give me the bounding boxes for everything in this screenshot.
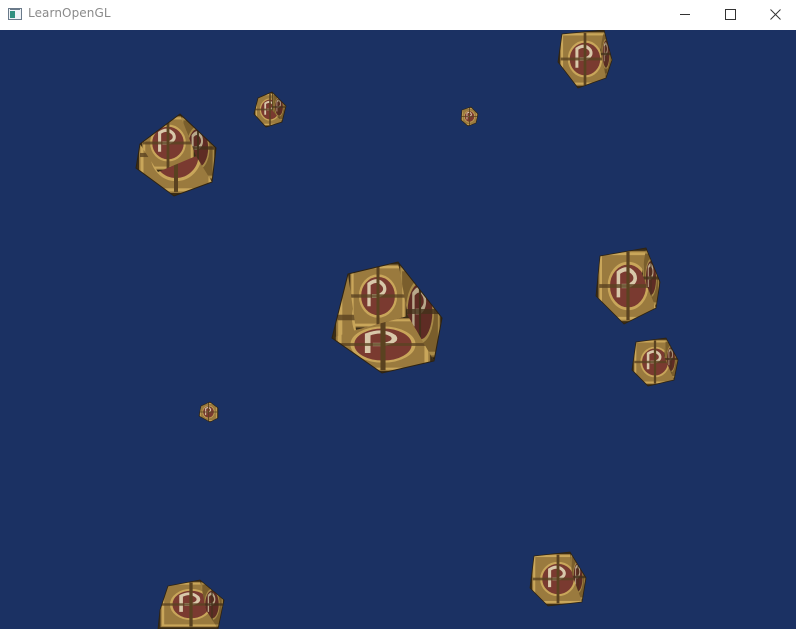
opengl-render-viewport[interactable] bbox=[0, 30, 796, 629]
minimize-button[interactable] bbox=[662, 0, 708, 30]
crate-cube bbox=[557, 30, 613, 89]
crate-cube bbox=[157, 579, 225, 629]
maximize-icon bbox=[725, 9, 736, 20]
crate-cube bbox=[631, 337, 679, 387]
maximize-button[interactable] bbox=[707, 0, 753, 30]
crate-cube bbox=[331, 261, 443, 374]
crate-cube bbox=[460, 106, 479, 127]
render-canvas bbox=[135, 30, 679, 629]
minimize-icon bbox=[680, 14, 690, 15]
crate-cube bbox=[198, 401, 219, 423]
window-title: LearnOpenGL bbox=[28, 6, 111, 20]
opengl-window-icon bbox=[8, 8, 22, 20]
crate-cube bbox=[529, 551, 587, 607]
app-window: LearnOpenGL bbox=[0, 0, 796, 629]
close-icon bbox=[770, 9, 781, 20]
title-bar[interactable]: LearnOpenGL bbox=[0, 0, 796, 30]
crate-cube bbox=[595, 247, 661, 325]
close-button[interactable] bbox=[752, 0, 796, 30]
crate-cube bbox=[135, 113, 217, 197]
crate-cube bbox=[253, 91, 287, 128]
